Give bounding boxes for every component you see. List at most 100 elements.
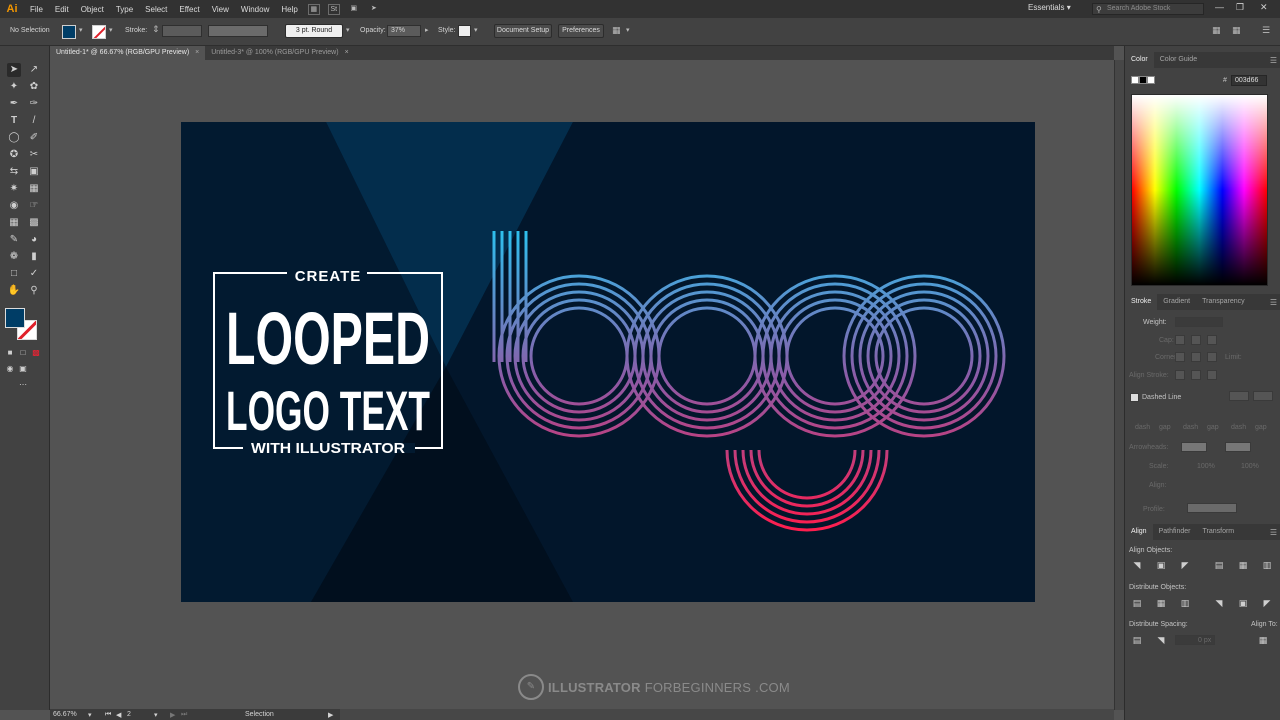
round-cap-icon[interactable]: [1191, 335, 1201, 345]
distribute-left-icon[interactable]: ◥: [1213, 597, 1225, 609]
brush-definition[interactable]: 3 pt. Round: [285, 24, 343, 38]
white-swatch[interactable]: [1147, 76, 1155, 84]
artboard-number[interactable]: 2: [127, 711, 131, 718]
align-inside-icon[interactable]: [1191, 370, 1201, 380]
zoom-level[interactable]: 66.67%: [53, 711, 77, 718]
tab-align[interactable]: Align: [1125, 524, 1153, 540]
graph-tool-icon[interactable]: ▮: [27, 250, 41, 264]
artboard[interactable]: CREATE LOOPED LOGO TEXT WITH ILLUSTRATOR: [181, 122, 1035, 602]
tab-untitled-3[interactable]: Untitled-3* @ 100% (RGB/GPU Preview) ×: [205, 46, 354, 60]
fill-color-icon[interactable]: [5, 308, 25, 328]
round-join-icon[interactable]: [1191, 352, 1201, 362]
panel-menu-icon[interactable]: ☰: [1270, 528, 1277, 537]
next-artboard-icon[interactable]: ▶: [170, 711, 175, 719]
first-artboard-icon[interactable]: ⏮: [105, 711, 111, 719]
paintbrush-icon[interactable]: ✐: [27, 131, 41, 145]
stock-search-input[interactable]: ⚲ Search Adobe Stock: [1092, 3, 1204, 15]
eyedropper-icon[interactable]: ✎: [7, 233, 21, 247]
shape-builder-icon[interactable]: ◉: [7, 199, 21, 213]
restore-icon[interactable]: ❐: [1236, 2, 1244, 13]
tab-pathfinder[interactable]: Pathfinder: [1153, 524, 1197, 540]
selection-tool-icon[interactable]: ➤: [7, 63, 21, 77]
tab-transparency[interactable]: Transparency: [1196, 294, 1251, 310]
bridge-icon[interactable]: ▦: [307, 3, 320, 15]
line-tool-icon[interactable]: /: [27, 114, 41, 128]
align-left-icon[interactable]: ◥: [1131, 559, 1143, 571]
menu-type[interactable]: Type: [110, 5, 139, 14]
distribute-bottom-icon[interactable]: ▥: [1179, 597, 1191, 609]
align-top-icon[interactable]: ▤: [1213, 559, 1225, 571]
shaper-tool-icon[interactable]: ✪: [7, 148, 21, 162]
spacing-value-field[interactable]: 0 px: [1175, 635, 1215, 645]
arrange-icon[interactable]: ▦: [1232, 25, 1241, 36]
scissors-icon[interactable]: ✂: [27, 148, 41, 162]
chevron-down-icon[interactable]: ▾: [626, 26, 630, 34]
butt-cap-icon[interactable]: [1175, 335, 1185, 345]
menu-effect[interactable]: Effect: [173, 5, 205, 14]
previous-artboard-icon[interactable]: ◀: [116, 711, 121, 719]
close-icon[interactable]: ✕: [1260, 2, 1268, 13]
panel-menu-icon[interactable]: ☰: [1270, 298, 1277, 307]
panel-menu-icon[interactable]: ☰: [1270, 56, 1277, 65]
chevron-down-icon[interactable]: ▾: [346, 26, 350, 34]
black-swatch[interactable]: [1139, 76, 1147, 84]
gpu-performance-icon[interactable]: ➤: [368, 4, 380, 15]
weight-field[interactable]: [1175, 317, 1223, 327]
vertical-spacing-icon[interactable]: ▤: [1131, 634, 1143, 646]
preferences-button[interactable]: Preferences: [558, 24, 604, 38]
align-to-selection-icon[interactable]: ▦: [1257, 634, 1269, 646]
chevron-down-icon[interactable]: ▾: [79, 26, 83, 34]
draw-mode-icon[interactable]: ◉: [3, 362, 17, 376]
menu-window[interactable]: Window: [235, 5, 275, 14]
direct-selection-tool-icon[interactable]: ↗: [27, 63, 41, 77]
gradient-tool-icon[interactable]: ▩: [27, 216, 41, 230]
transform-options-icon[interactable]: ▦: [612, 25, 621, 36]
stroke-weight-field[interactable]: [162, 25, 202, 37]
gradient-mode-icon[interactable]: □: [16, 346, 30, 360]
hand-tool-icon[interactable]: ✋: [7, 284, 21, 298]
artboard-tool-icon[interactable]: □: [7, 267, 21, 281]
ellipse-tool-icon[interactable]: ◯: [7, 131, 21, 145]
slice-tool-icon[interactable]: ✓: [27, 267, 41, 281]
fill-swatch[interactable]: [62, 25, 76, 39]
chevron-down-icon[interactable]: ▾: [154, 711, 158, 719]
graphic-style-swatch[interactable]: [458, 25, 471, 37]
stock-icon[interactable]: St: [327, 3, 340, 15]
reflect-tool-icon[interactable]: ⇆: [7, 165, 21, 179]
pen-tool-icon[interactable]: ✒: [7, 97, 21, 111]
menu-object[interactable]: Object: [75, 5, 110, 14]
free-transform-icon[interactable]: ▦: [27, 182, 41, 196]
close-tab-icon[interactable]: ×: [345, 46, 349, 60]
chevron-right-icon[interactable]: ▶: [328, 711, 333, 719]
align-right-icon[interactable]: ◤: [1179, 559, 1191, 571]
hex-input[interactable]: 003d66: [1231, 75, 1267, 86]
none-mode-icon[interactable]: ▩: [29, 346, 43, 360]
minimize-icon[interactable]: —: [1215, 2, 1224, 12]
color-mode-icon[interactable]: ■: [3, 346, 17, 360]
tab-untitled-1[interactable]: Untitled-1* @ 66.67% (RGB/GPU Preview) ×: [50, 46, 206, 60]
variable-width-profile[interactable]: [208, 25, 268, 37]
menu-file[interactable]: File: [24, 5, 49, 14]
color-spectrum[interactable]: [1131, 94, 1268, 286]
panel-options-icon[interactable]: ▦: [1212, 25, 1221, 36]
tab-color[interactable]: Color: [1125, 52, 1154, 68]
align-bottom-icon[interactable]: ▥: [1261, 559, 1273, 571]
projecting-cap-icon[interactable]: [1207, 335, 1217, 345]
distribute-vcenter-icon[interactable]: ▦: [1155, 597, 1167, 609]
align-vcenter-icon[interactable]: ▦: [1237, 559, 1249, 571]
close-tab-icon[interactable]: ×: [195, 46, 199, 60]
menu-view[interactable]: View: [206, 5, 235, 14]
last-artboard-icon[interactable]: ⏭: [181, 711, 187, 719]
magic-wand-icon[interactable]: ✦: [7, 80, 21, 94]
none-swatch[interactable]: [1131, 76, 1139, 84]
miter-join-icon[interactable]: [1175, 352, 1185, 362]
scale-tool-icon[interactable]: ▣: [27, 165, 41, 179]
type-tool-icon[interactable]: T: [7, 114, 21, 128]
chevron-down-icon[interactable]: ▾: [474, 26, 478, 34]
distribute-hcenter-icon[interactable]: ▣: [1237, 597, 1249, 609]
profile-select[interactable]: [1187, 503, 1237, 513]
menu-edit[interactable]: Edit: [49, 5, 75, 14]
vertical-scrollbar[interactable]: [1114, 60, 1124, 710]
bevel-join-icon[interactable]: [1207, 352, 1217, 362]
live-paint-icon[interactable]: ☞: [27, 199, 41, 213]
